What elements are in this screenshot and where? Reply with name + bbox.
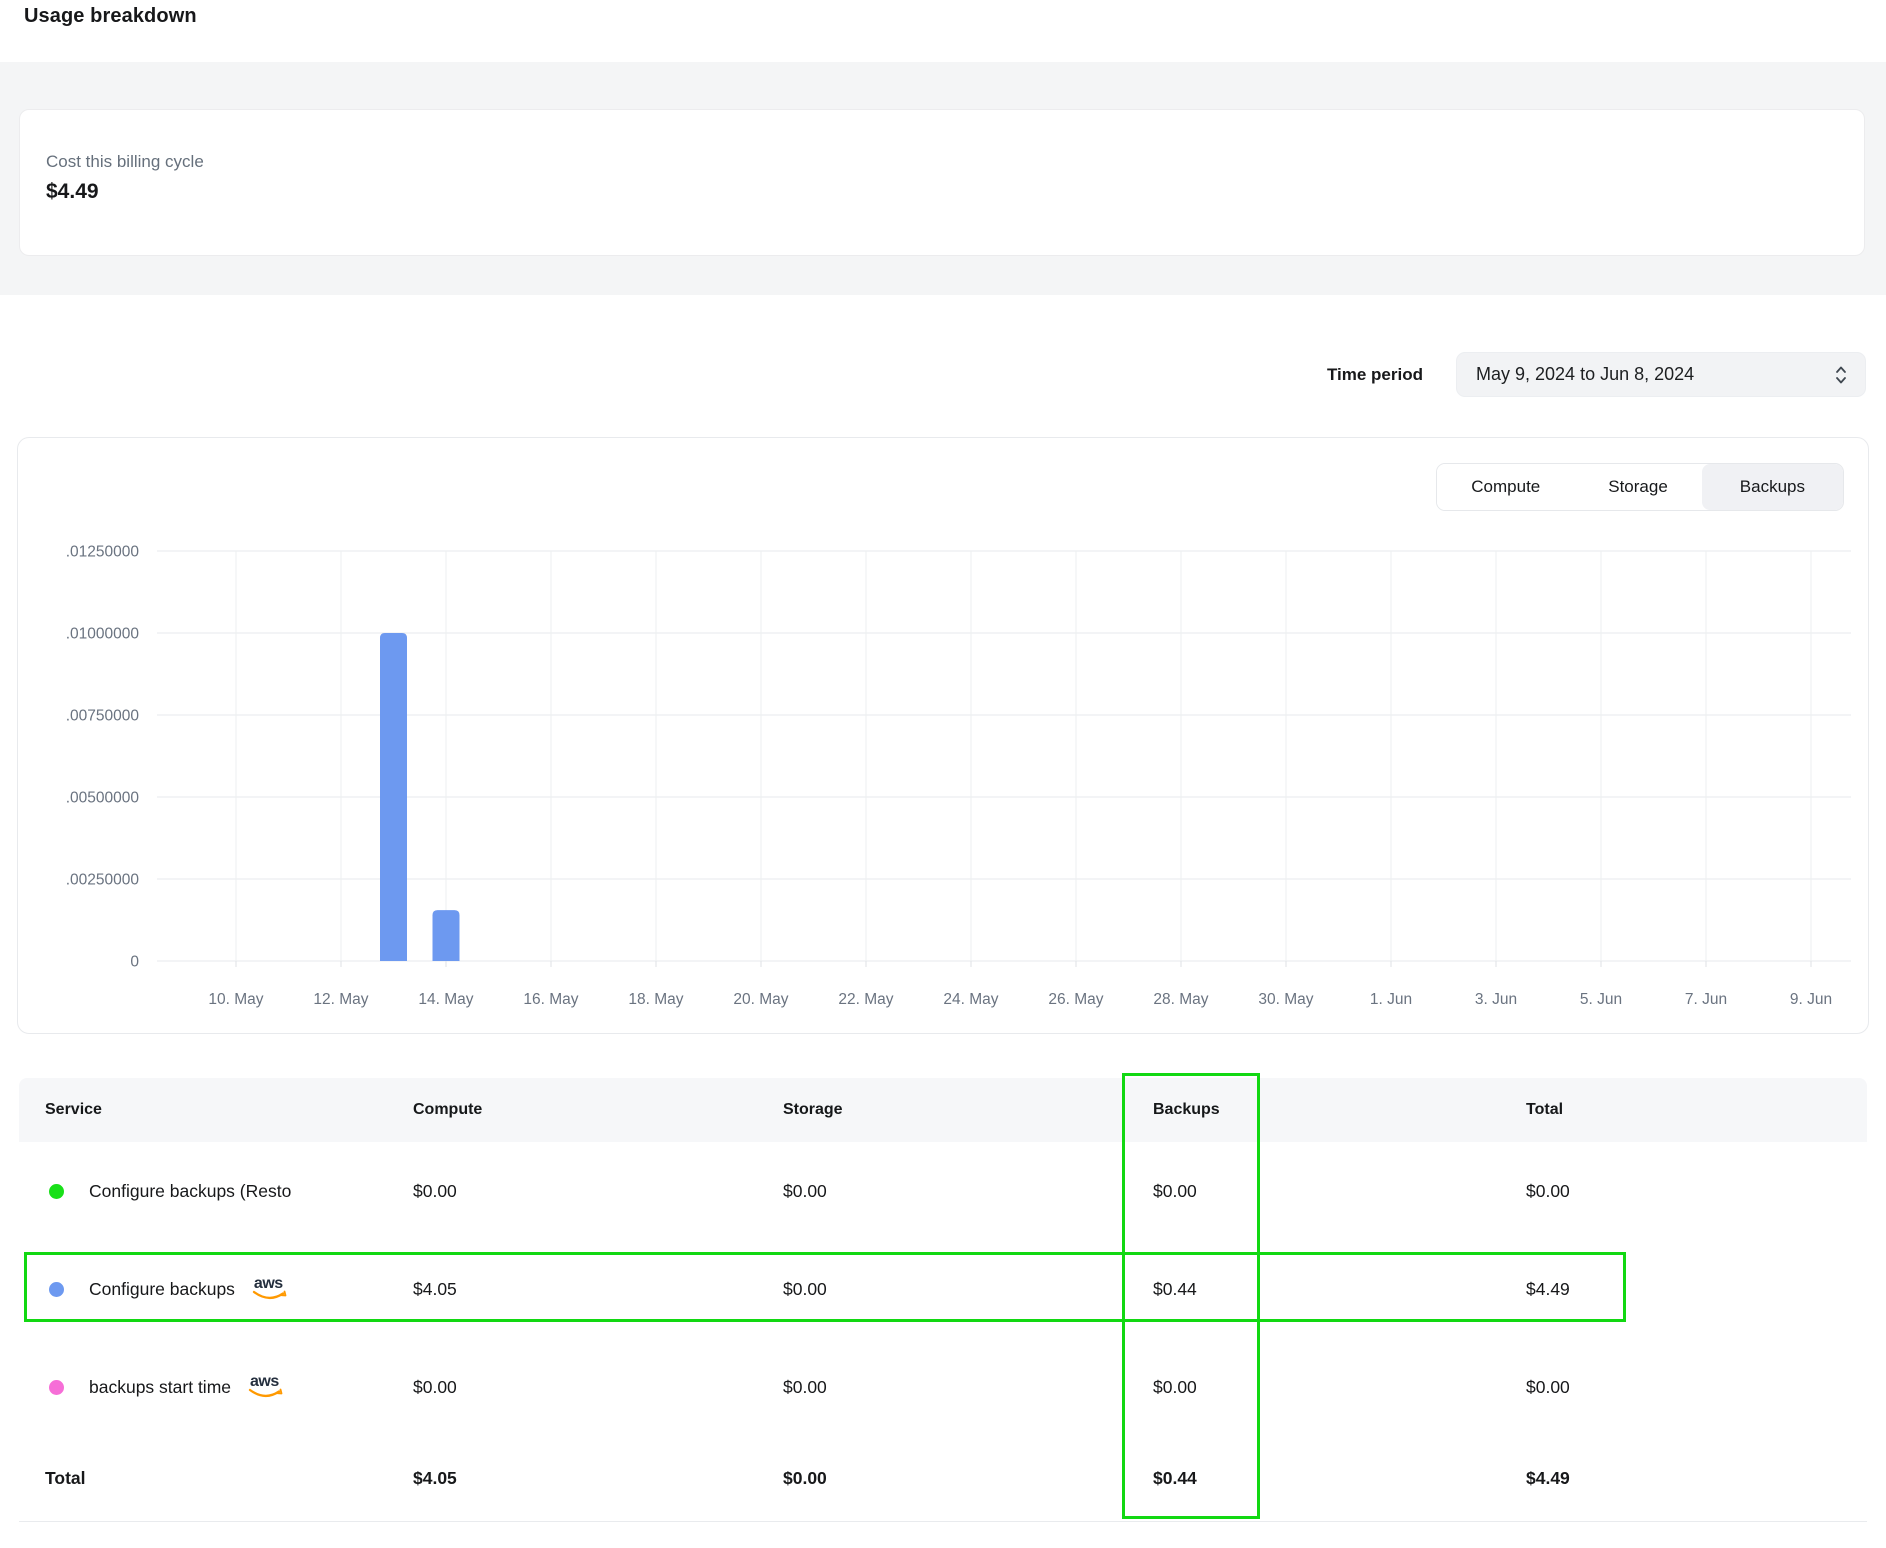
x-axis-tick-label: 28. May — [1153, 991, 1208, 1008]
chart-bar[interactable] — [380, 633, 407, 961]
usage-table: Service Compute Storage Backups Total Co… — [19, 1078, 1867, 1522]
series-dot-green — [49, 1184, 64, 1199]
time-period-value: May 9, 2024 to Jun 8, 2024 — [1476, 364, 1694, 385]
x-axis-tick-label: 16. May — [523, 991, 578, 1008]
x-axis-tick-label: 20. May — [733, 991, 788, 1008]
y-axis-tick-label: .00250000 — [66, 872, 140, 889]
y-axis-labels: .01250000 .01000000 .00750000 .00500000 .002… — [66, 544, 140, 971]
compute-value: $0.00 — [413, 1377, 783, 1398]
service-name: Configure backups (Resto — [89, 1181, 291, 1202]
x-axis-tick-label: 9. Jun — [1790, 991, 1832, 1008]
series-dot-pink — [49, 1380, 64, 1395]
aws-logo-icon: aws — [251, 1276, 289, 1302]
y-axis-tick-label: .00500000 — [66, 790, 140, 807]
chart-gridlines — [157, 551, 1851, 967]
table-total-row: Total $4.05 $0.00 $0.44 $4.49 — [19, 1436, 1867, 1522]
y-axis-tick-label: .01250000 — [66, 544, 140, 561]
service-name: Configure backups — [89, 1279, 235, 1300]
compute-total: $4.05 — [413, 1468, 783, 1489]
col-header-storage: Storage — [783, 1101, 1153, 1119]
total-value: $0.00 — [1526, 1181, 1867, 1202]
col-header-total: Total — [1526, 1101, 1867, 1119]
x-axis-tick-label: 22. May — [838, 991, 893, 1008]
aws-logo-icon: aws — [247, 1374, 285, 1400]
y-axis-tick-label: .01000000 — [66, 626, 140, 643]
table-header-row: Service Compute Storage Backups Total — [19, 1078, 1867, 1142]
service-name: backups start time — [89, 1377, 231, 1398]
x-axis-tick-label: 12. May — [313, 991, 368, 1008]
usage-chart-card: Compute Storage Backups .01250000.010000… — [17, 437, 1869, 1034]
grand-total: $4.49 — [1526, 1468, 1867, 1489]
time-period-label: Time period — [1327, 365, 1423, 385]
backups-total: $0.44 — [1153, 1468, 1526, 1489]
page-title: Usage breakdown — [24, 5, 197, 28]
series-dot-blue — [49, 1282, 64, 1297]
billing-summary-band: Cost this billing cycle $4.49 — [0, 62, 1886, 295]
x-axis-labels: 10. May 12. May 14. May 16. May 18. May 20. M… — [208, 991, 1832, 1008]
select-updown-chevron-icon — [1833, 364, 1849, 386]
backups-value: $0.00 — [1153, 1377, 1526, 1398]
usage-breakdown-page: Usage breakdown Cost this billing cycle … — [0, 0, 1886, 1548]
backups-value: $0.00 — [1153, 1181, 1526, 1202]
table-row: Configure backups (Resto $0.00 $0.00 $0.… — [19, 1142, 1867, 1240]
x-axis-tick-label: 26. May — [1048, 991, 1103, 1008]
storage-value: $0.00 — [783, 1279, 1153, 1300]
y-axis-tick-label: .00750000 — [66, 708, 140, 725]
x-axis-tick-label: 5. Jun — [1580, 991, 1622, 1008]
backups-value: $0.44 — [1153, 1279, 1526, 1300]
cost-label: Cost this billing cycle — [46, 152, 1864, 172]
x-axis-tick-label: 7. Jun — [1685, 991, 1727, 1008]
total-value: $0.00 — [1526, 1377, 1867, 1398]
total-value: $4.49 — [1526, 1279, 1867, 1300]
time-period-select[interactable]: May 9, 2024 to Jun 8, 2024 — [1456, 352, 1866, 397]
storage-value: $0.00 — [783, 1377, 1153, 1398]
x-axis-tick-label: 30. May — [1258, 991, 1313, 1008]
compute-value: $4.05 — [413, 1279, 783, 1300]
x-axis-tick-label: 3. Jun — [1475, 991, 1517, 1008]
chart-bar[interactable] — [433, 910, 460, 961]
total-row-label: Total — [45, 1468, 413, 1489]
compute-value: $0.00 — [413, 1181, 783, 1202]
x-axis-tick-label: 18. May — [628, 991, 683, 1008]
col-header-service: Service — [45, 1101, 413, 1119]
storage-total: $0.00 — [783, 1468, 1153, 1489]
x-axis-tick-label: 14. May — [418, 991, 473, 1008]
col-header-compute: Compute — [413, 1101, 783, 1119]
col-header-backups: Backups — [1153, 1101, 1526, 1119]
x-axis-tick-label: 24. May — [943, 991, 998, 1008]
y-axis-tick-label: 0 — [130, 954, 139, 971]
x-axis-tick-label: 1. Jun — [1370, 991, 1412, 1008]
table-row: backups start time aws $0.00 $0.00 $0.00… — [19, 1338, 1867, 1436]
time-period-row: Time period May 9, 2024 to Jun 8, 2024 — [1327, 352, 1866, 397]
storage-value: $0.00 — [783, 1181, 1153, 1202]
cost-card: Cost this billing cycle $4.49 — [19, 109, 1865, 256]
x-axis-tick-label: 10. May — [208, 991, 263, 1008]
cost-value: $4.49 — [46, 180, 1864, 204]
usage-bar-chart: .01250000 .01000000 .00750000 .00500000 .002… — [18, 438, 1868, 1033]
table-row: Configure backups aws $4.05 $0.00 $0.44 … — [19, 1240, 1867, 1338]
